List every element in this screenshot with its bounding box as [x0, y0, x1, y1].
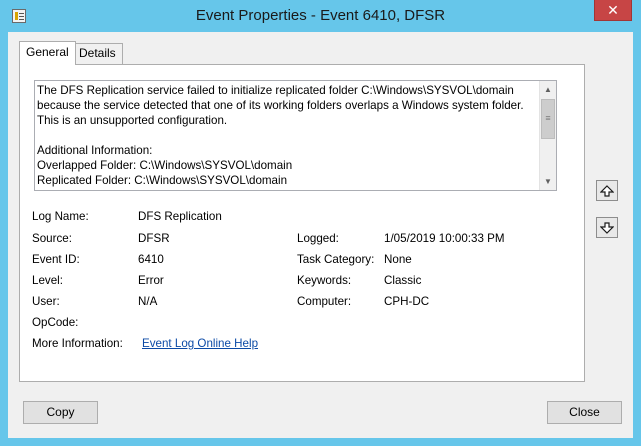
log-name-value: DFS Replication: [138, 210, 222, 223]
level-value: Error: [138, 274, 164, 287]
log-name-label: Log Name:: [32, 210, 89, 223]
close-button[interactable]: Close: [547, 401, 622, 424]
description-scrollbar[interactable]: ▲ ≡ ▼: [539, 81, 556, 190]
source-value: DFSR: [138, 232, 170, 245]
copy-button[interactable]: Copy: [23, 401, 98, 424]
logged-label: Logged:: [297, 232, 339, 245]
keywords-label: Keywords:: [297, 274, 352, 287]
event-id-value: 6410: [138, 253, 164, 266]
source-label: Source:: [32, 232, 72, 245]
description-text: The DFS Replication service failed to in…: [37, 84, 524, 190]
keywords-value: Classic: [384, 274, 422, 287]
description-textbox[interactable]: The DFS Replication service failed to in…: [34, 80, 557, 191]
logged-value: 1/05/2019 10:00:33 PM: [384, 232, 505, 245]
tab-general[interactable]: General: [19, 41, 76, 65]
dialog-body: General Details The DFS Replication serv…: [8, 32, 633, 438]
event-log-online-help-link[interactable]: Event Log Online Help: [142, 337, 258, 350]
user-label: User:: [32, 295, 60, 308]
scroll-up-arrow-icon[interactable]: ▲: [540, 81, 556, 98]
previous-event-button[interactable]: [596, 180, 618, 201]
general-panel: The DFS Replication service failed to in…: [19, 64, 585, 382]
arrow-down-icon: [600, 221, 614, 234]
arrow-up-icon: [600, 184, 614, 197]
computer-value: CPH-DC: [384, 295, 430, 308]
next-event-button[interactable]: [596, 217, 618, 238]
tab-details[interactable]: Details: [72, 43, 123, 64]
close-window-button[interactable]: ✕: [594, 0, 632, 21]
event-id-label: Event ID:: [32, 253, 80, 266]
window-title: Event Properties - Event 6410, DFSR: [195, 7, 446, 24]
scroll-down-arrow-icon[interactable]: ▼: [540, 173, 556, 190]
title-bar[interactable]: Event Properties - Event 6410, DFSR ✕: [0, 0, 641, 32]
task-category-value: None: [384, 253, 412, 266]
computer-label: Computer:: [297, 295, 352, 308]
opcode-label: OpCode:: [32, 316, 79, 329]
more-information-label: More Information:: [32, 337, 123, 350]
level-label: Level:: [32, 274, 63, 287]
user-value: N/A: [138, 295, 158, 308]
task-category-label: Task Category:: [297, 253, 375, 266]
scrollbar-thumb[interactable]: ≡: [541, 99, 555, 139]
event-properties-window: Event Properties - Event 6410, DFSR ✕ Ge…: [0, 0, 641, 446]
